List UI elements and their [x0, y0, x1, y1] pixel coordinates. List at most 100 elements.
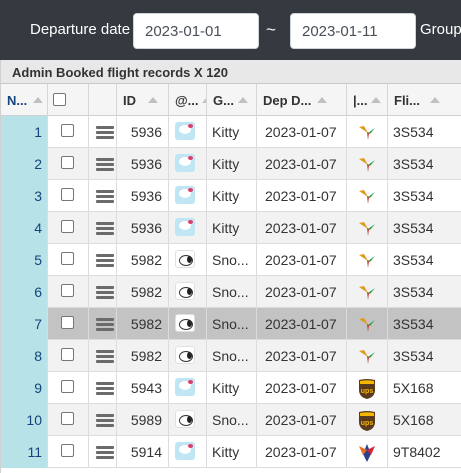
column-header-num[interactable]: N... [1, 84, 48, 116]
row-checkbox-cell[interactable] [48, 436, 89, 468]
avatar-cell [169, 180, 207, 212]
drag-handle[interactable] [89, 212, 117, 244]
row-checkbox-cell[interactable] [48, 212, 89, 244]
date-from-input[interactable] [133, 13, 259, 49]
airline-logo-cell [347, 180, 388, 212]
date-to-input[interactable] [290, 13, 416, 49]
row-checkbox[interactable] [61, 188, 74, 201]
row-checkbox[interactable] [61, 284, 74, 297]
row-checkbox-cell[interactable] [48, 180, 89, 212]
row-number: 9 [1, 372, 48, 404]
sort-arrow-icon [371, 97, 382, 103]
table-row-6[interactable]: 6 5982 Sno... 2023-01-07 3S534 [1, 276, 461, 308]
table-row-9[interactable]: 9 5943 Kitty 2023-01-07 ups 5X168 [1, 372, 461, 404]
drag-handle[interactable] [89, 148, 117, 180]
drag-handle[interactable] [89, 116, 117, 148]
table-row-8[interactable]: 8 5982 Sno... 2023-01-07 3S534 [1, 340, 461, 372]
row-checkbox-cell[interactable] [48, 340, 89, 372]
drag-handle-icon[interactable] [96, 446, 114, 459]
flight-cell: 3S534 [388, 116, 461, 148]
flight-cell: 3S534 [388, 148, 461, 180]
row-checkbox-cell[interactable] [48, 276, 89, 308]
row-checkbox-cell[interactable] [48, 308, 89, 340]
column-header-dep-date[interactable]: Dep D... [257, 84, 347, 116]
drag-handle-icon[interactable] [96, 190, 114, 203]
row-checkbox[interactable] [61, 412, 74, 425]
select-all-checkbox[interactable] [53, 93, 66, 106]
flight-cell: 3S534 [388, 308, 461, 340]
drag-handle-icon[interactable] [96, 318, 114, 331]
table-row-7[interactable]: 7 5982 Sno... 2023-01-07 3S534 [1, 308, 461, 340]
drag-handle[interactable] [89, 308, 117, 340]
drag-handle-icon[interactable] [96, 254, 114, 267]
drag-handle[interactable] [89, 436, 117, 468]
drag-handle[interactable] [89, 180, 117, 212]
table-row-3[interactable]: 3 5936 Kitty 2023-01-07 3S534 [1, 180, 461, 212]
airline-logo-cell: ups [347, 404, 388, 436]
row-checkbox-cell[interactable] [48, 148, 89, 180]
airline-logo-cell [347, 148, 388, 180]
row-checkbox[interactable] [61, 220, 74, 233]
table-row-11[interactable]: 11 5914 Kitty 2023-01-07 9T8402 [1, 436, 461, 468]
avatar-cell [169, 212, 207, 244]
row-checkbox-cell[interactable] [48, 116, 89, 148]
table-row-5[interactable]: 5 5982 Sno... 2023-01-07 3S534 [1, 244, 461, 276]
hummingbird-logo-icon [357, 126, 377, 145]
drag-handle[interactable] [89, 404, 117, 436]
row-checkbox[interactable] [61, 156, 74, 169]
drag-handle-icon[interactable] [96, 158, 114, 171]
column-header-group[interactable]: G... [207, 84, 257, 116]
row-checkbox[interactable] [61, 380, 74, 393]
hummingbird-logo-icon [357, 158, 377, 177]
hummingbird-logo-icon [357, 350, 377, 369]
drag-handle-icon[interactable] [96, 350, 114, 363]
id-cell: 5982 [117, 308, 169, 340]
drag-handle[interactable] [89, 276, 117, 308]
row-checkbox[interactable] [61, 124, 74, 137]
column-header-avatar[interactable]: @... [169, 84, 207, 116]
drag-handle-icon[interactable] [96, 222, 114, 235]
id-cell: 5982 [117, 244, 169, 276]
id-cell: 5936 [117, 148, 169, 180]
dep-date-cell: 2023-01-07 [257, 340, 347, 372]
drag-handle-icon[interactable] [96, 414, 114, 427]
drag-handle[interactable] [89, 340, 117, 372]
row-number: 5 [1, 244, 48, 276]
sort-arrow-icon [317, 97, 328, 103]
grid-header: N... ID @... G... Dep D... |... Fli... [1, 84, 461, 116]
row-checkbox[interactable] [61, 348, 74, 361]
drag-handle-icon[interactable] [96, 126, 114, 139]
row-checkbox-cell[interactable] [48, 404, 89, 436]
row-checkbox-cell[interactable] [48, 244, 89, 276]
row-checkbox-cell[interactable] [48, 372, 89, 404]
column-header-flight-label: Fli... [394, 93, 420, 108]
table-row-2[interactable]: 2 5936 Kitty 2023-01-07 3S534 [1, 148, 461, 180]
flight-cell: 3S534 [388, 180, 461, 212]
row-checkbox[interactable] [61, 316, 74, 329]
drag-handle[interactable] [89, 244, 117, 276]
group-cell: Kitty [207, 372, 257, 404]
sort-arrow-icon [430, 97, 440, 103]
table-row-1[interactable]: 1 5936 Kitty 2023-01-07 3S534 [1, 116, 461, 148]
kitty-avatar [175, 378, 195, 396]
column-header-airline-label: |... [353, 93, 368, 108]
dep-date-cell: 2023-01-07 [257, 404, 347, 436]
column-header-select-all[interactable] [48, 84, 89, 116]
svg-text:ups: ups [361, 420, 374, 427]
column-header-id[interactable]: ID [117, 84, 169, 116]
drag-handle-icon[interactable] [96, 286, 114, 299]
dep-date-cell: 2023-01-07 [257, 372, 347, 404]
drag-handle[interactable] [89, 372, 117, 404]
flight-cell: 9T8402 [388, 436, 461, 468]
drag-handle-icon[interactable] [96, 382, 114, 395]
row-checkbox[interactable] [61, 444, 74, 457]
column-header-flight[interactable]: Fli... [388, 84, 461, 116]
column-header-airline[interactable]: |... [347, 84, 388, 116]
group-cell: Kitty [207, 212, 257, 244]
column-header-avatar-label: @... [175, 93, 199, 108]
group-cell: Kitty [207, 180, 257, 212]
table-row-10[interactable]: 10 5989 Sno... 2023-01-07 ups 5X168 [1, 404, 461, 436]
row-checkbox[interactable] [61, 252, 74, 265]
table-row-4[interactable]: 4 5936 Kitty 2023-01-07 3S534 [1, 212, 461, 244]
id-cell: 5943 [117, 372, 169, 404]
